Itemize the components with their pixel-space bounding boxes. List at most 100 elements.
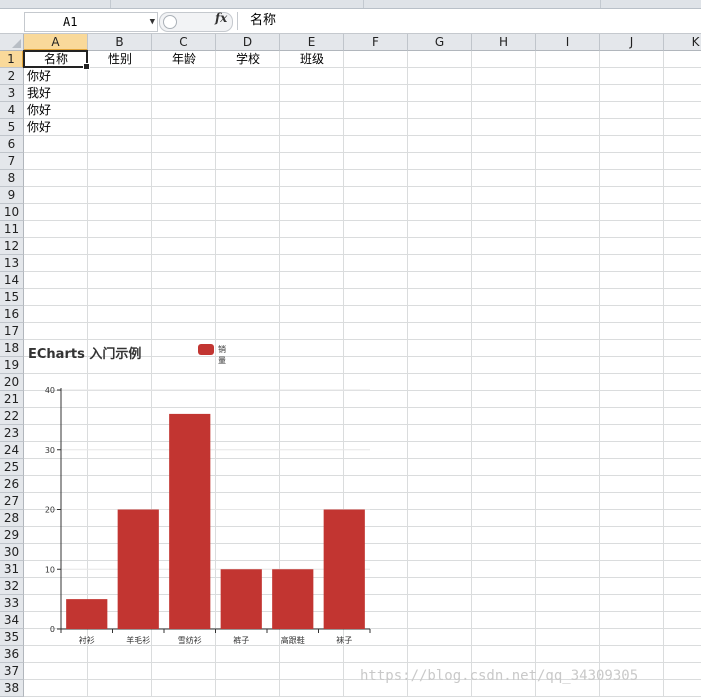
column-header-a[interactable]: A — [24, 34, 88, 51]
bar-4 — [220, 569, 262, 629]
cell-c1[interactable]: 年龄 — [152, 51, 216, 68]
watermark: https://blog.csdn.net/qq_34309305 — [360, 668, 639, 684]
bar-5 — [272, 569, 314, 629]
column-header-b[interactable]: B — [88, 34, 152, 51]
bar-2 — [117, 509, 159, 629]
cell-a2[interactable]: 你好 — [24, 68, 88, 85]
row-header-36[interactable]: 36 — [0, 646, 24, 663]
column-header-i[interactable]: I — [536, 34, 600, 51]
gridline-horizontal — [0, 101, 701, 102]
row-header-32[interactable]: 32 — [0, 578, 24, 595]
row-header-26[interactable]: 26 — [0, 476, 24, 493]
ribbon-strip — [0, 0, 701, 9]
echarts-chart[interactable]: ECharts 入门示例 销量 0 10 20 30 40 衬衫 羊毛衫 雪纺衫 裤子 高跟鞋 袜子 — [24, 339, 384, 654]
name-box[interactable]: A1 ▼ — [24, 12, 158, 32]
gridline-horizontal — [0, 322, 701, 323]
spreadsheet-grid[interactable]: ABCDEFGHIJK 1 2 3 4 5 6 7 8 9 10 11 12 13 14 15 16 17 18 1… — [0, 34, 701, 697]
x-tick-label: 雪纺衫 — [178, 635, 202, 645]
row-header-33[interactable]: 33 — [0, 595, 24, 612]
bar-1 — [66, 599, 108, 629]
column-header-g[interactable]: G — [408, 34, 472, 51]
x-tick-label: 裤子 — [233, 635, 249, 645]
insert-function-button[interactable]: fx — [215, 11, 227, 25]
row-header-4[interactable]: 4 — [0, 102, 24, 119]
row-header-18[interactable]: 18 — [0, 340, 24, 357]
gridline-horizontal — [0, 118, 701, 119]
gridline-vertical — [663, 34, 664, 697]
cell-a4[interactable]: 你好 — [24, 102, 88, 119]
bar-3 — [169, 413, 211, 629]
gridline-horizontal — [0, 220, 701, 221]
gridline-horizontal — [0, 254, 701, 255]
cell-e1[interactable]: 班级 — [280, 51, 344, 68]
row-header-24[interactable]: 24 — [0, 442, 24, 459]
fill-handle[interactable] — [83, 63, 90, 70]
gridline-horizontal — [0, 288, 701, 289]
row-header-31[interactable]: 31 — [0, 561, 24, 578]
row-header-3[interactable]: 3 — [0, 85, 24, 102]
gridline-horizontal — [0, 186, 701, 187]
cell-a5[interactable]: 你好 — [24, 119, 88, 136]
formula-bar: A1 ▼ fx 名称 — [0, 9, 701, 34]
column-header-d[interactable]: D — [216, 34, 280, 51]
row-header-23[interactable]: 23 — [0, 425, 24, 442]
x-tick-label: 袜子 — [336, 635, 352, 645]
row-header-30[interactable]: 30 — [0, 544, 24, 561]
row-header-17[interactable]: 17 — [0, 323, 24, 340]
column-header-e[interactable]: E — [280, 34, 344, 51]
column-header-f[interactable]: F — [344, 34, 408, 51]
row-header-7[interactable]: 7 — [0, 153, 24, 170]
gridline-vertical — [407, 34, 408, 697]
formula-input[interactable]: 名称 — [237, 12, 700, 30]
gridline-horizontal — [0, 271, 701, 272]
y-tick-label: 20 — [45, 506, 55, 515]
row-header-35[interactable]: 35 — [0, 629, 24, 646]
row-header-21[interactable]: 21 — [0, 391, 24, 408]
y-tick-label: 30 — [45, 446, 55, 455]
gridline-horizontal — [0, 662, 701, 663]
gridline-vertical — [599, 34, 600, 697]
triangle-icon — [12, 39, 21, 48]
gridline-horizontal — [0, 237, 701, 238]
row-header-20[interactable]: 20 — [0, 374, 24, 391]
row-header-6[interactable]: 6 — [0, 136, 24, 153]
row-header-37[interactable]: 37 — [0, 663, 24, 680]
row-header-19[interactable]: 19 — [0, 357, 24, 374]
select-all-button[interactable] — [0, 34, 24, 51]
row-header-10[interactable]: 10 — [0, 204, 24, 221]
row-header-13[interactable]: 13 — [0, 255, 24, 272]
row-header-8[interactable]: 8 — [0, 170, 24, 187]
row-header-38[interactable]: 38 — [0, 680, 24, 697]
cell-b1[interactable]: 性别 — [88, 51, 152, 68]
ribbon-separator — [363, 0, 364, 8]
column-header-j[interactable]: J — [600, 34, 664, 51]
row-header-11[interactable]: 11 — [0, 221, 24, 238]
row-header-2[interactable]: 2 — [0, 68, 24, 85]
row-header-16[interactable]: 16 — [0, 306, 24, 323]
row-header-22[interactable]: 22 — [0, 408, 24, 425]
y-tick-label: 10 — [45, 565, 55, 574]
gridline-horizontal — [0, 84, 701, 85]
row-header-25[interactable]: 25 — [0, 459, 24, 476]
row-header-34[interactable]: 34 — [0, 612, 24, 629]
cell-a3[interactable]: 我好 — [24, 85, 88, 102]
column-header-h[interactable]: H — [472, 34, 536, 51]
row-header-1[interactable]: 1 — [0, 51, 24, 68]
row-header-9[interactable]: 9 — [0, 187, 24, 204]
row-header-14[interactable]: 14 — [0, 272, 24, 289]
row-header-12[interactable]: 12 — [0, 238, 24, 255]
x-tick-label: 高跟鞋 — [281, 635, 305, 645]
ribbon-separator — [110, 0, 111, 8]
chevron-down-icon[interactable]: ▼ — [150, 13, 155, 31]
row-header-27[interactable]: 27 — [0, 493, 24, 510]
cell-d1[interactable]: 学校 — [216, 51, 280, 68]
row-header-15[interactable]: 15 — [0, 289, 24, 306]
bar-6 — [323, 509, 365, 629]
active-cell[interactable] — [23, 50, 90, 70]
gridline-horizontal — [0, 135, 701, 136]
row-header-28[interactable]: 28 — [0, 510, 24, 527]
row-header-29[interactable]: 29 — [0, 527, 24, 544]
column-header-c[interactable]: C — [152, 34, 216, 51]
row-header-5[interactable]: 5 — [0, 119, 24, 136]
column-header-k[interactable]: K — [664, 34, 701, 51]
